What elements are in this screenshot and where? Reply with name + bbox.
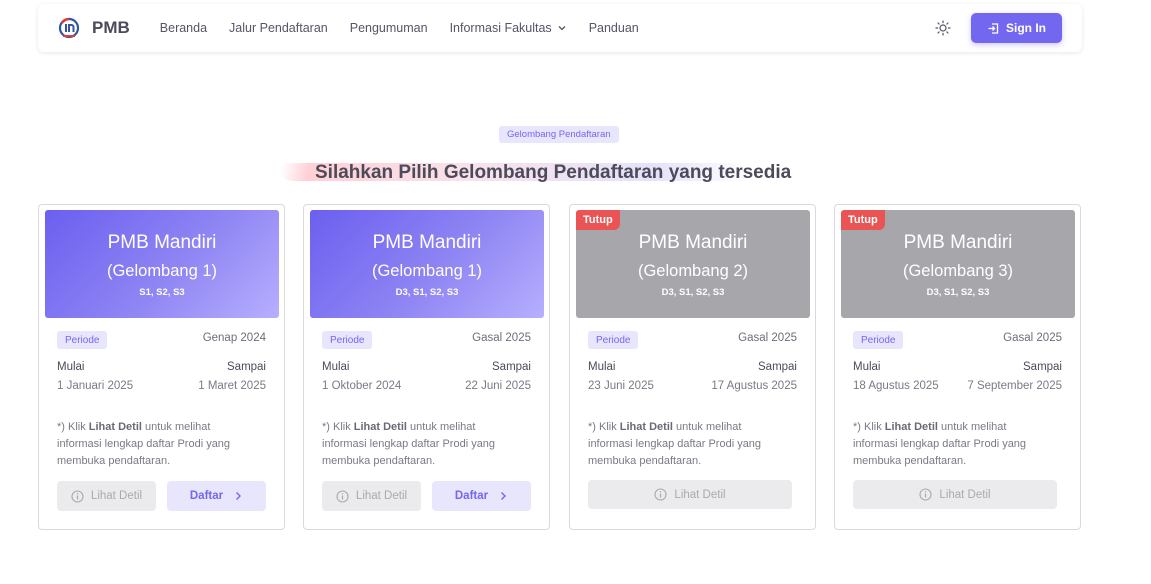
end-date: 7 September 2025 [967, 380, 1062, 392]
card-banner: PMB Mandiri (Gelombang 1) D3, S1, S2, S3 [310, 210, 544, 318]
nav-links: Beranda Jalur Pendaftaran Pengumuman Inf… [160, 21, 639, 35]
card-note: *) Klik Lihat Detil untuk melihat inform… [588, 419, 788, 470]
university-logo-icon [58, 17, 80, 39]
sign-in-button[interactable]: Sign In [971, 13, 1062, 43]
card-banner: PMB Mandiri (Gelombang 1) S1, S2, S3 [45, 210, 279, 318]
heading-wrap: Silahkan Pilih Gelombang Pendaftaran yan… [278, 158, 818, 188]
page-heading: Silahkan Pilih Gelombang Pendaftaran yan… [315, 162, 792, 183]
note-prefix: *) Klik [57, 421, 89, 433]
register-label: Daftar [454, 490, 489, 502]
chevron-down-icon [558, 26, 566, 31]
note-bold: Lihat Detil [884, 421, 938, 433]
brand-name: PMB [92, 18, 130, 37]
nav-link-informasi-fakultas-label: Informasi Fakultas [449, 21, 552, 35]
brand[interactable]: PMB [58, 17, 130, 39]
end-label: Sampai [227, 361, 266, 373]
chevron-right-icon [501, 492, 507, 500]
detail-button[interactable]: Lihat Detil [57, 481, 156, 511]
card-semester: Genap 2024 [202, 332, 266, 344]
register-button[interactable]: Daftar [167, 481, 266, 511]
card-note: *) Klik Lihat Detil untuk melihat inform… [853, 419, 1053, 470]
theme-toggle-button[interactable] [933, 18, 953, 38]
closed-badge: Tutup [841, 210, 885, 230]
register-label: Daftar [189, 490, 224, 502]
sign-in-label: Sign In [1006, 21, 1046, 35]
detail-button[interactable]: Lihat Detil [588, 480, 792, 509]
nav-link-jalur-pendaftaran[interactable]: Jalur Pendaftaran [229, 21, 328, 35]
detail-label: Lihat Detil [674, 488, 726, 501]
note-bold: Lihat Detil [619, 421, 673, 433]
wave-card-1: PMB Mandiri (Gelombang 1) S1, S2, S3 Per… [38, 204, 285, 530]
start-date: 23 Juni 2025 [588, 380, 654, 392]
card-semester: Gasal 2025 [472, 332, 531, 344]
card-note: *) Klik Lihat Detil untuk melihat inform… [57, 419, 257, 470]
note-prefix: *) Klik [322, 421, 354, 433]
card-note: *) Klik Lihat Detil untuk melihat inform… [322, 419, 522, 470]
note-bold: Lihat Detil [353, 421, 407, 433]
start-label: Mulai [853, 361, 881, 373]
detail-button[interactable]: Lihat Detil [322, 481, 421, 511]
nav-link-informasi-fakultas[interactable]: Informasi Fakultas [450, 21, 567, 35]
card-title: PMB Mandiri [372, 232, 482, 253]
card-levels: D3, S1, S2, S3 [661, 287, 725, 298]
detail-button[interactable]: Lihat Detil [853, 480, 1057, 509]
wave-card-3: Tutup PMB Mandiri (Gelombang 2) D3, S1, … [569, 204, 816, 530]
end-date: 17 Agustus 2025 [711, 380, 797, 392]
card-subtitle: (Gelombang 1) [106, 262, 218, 280]
start-label: Mulai [57, 361, 85, 373]
periode-badge: Periode [853, 331, 904, 349]
info-icon [71, 489, 84, 503]
card-semester: Gasal 2025 [1003, 332, 1062, 344]
note-prefix: *) Klik [588, 421, 620, 433]
info-icon [336, 489, 349, 503]
end-date: 1 Maret 2025 [198, 380, 266, 392]
detail-label: Lihat Detil [939, 488, 991, 501]
chevron-right-icon [236, 492, 242, 500]
end-date: 22 Juni 2025 [465, 380, 531, 392]
card-title: PMB Mandiri [638, 232, 748, 253]
card-subtitle: (Gelombang 2) [637, 262, 749, 280]
wave-card-2: PMB Mandiri (Gelombang 1) D3, S1, S2, S3… [303, 204, 550, 530]
start-date: 18 Agustus 2025 [853, 380, 939, 392]
detail-label: Lihat Detil [90, 490, 143, 502]
card-subtitle: (Gelombang 1) [371, 262, 483, 280]
card-title: PMB Mandiri [903, 232, 1013, 253]
end-label: Sampai [758, 361, 797, 373]
card-banner: Tutup PMB Mandiri (Gelombang 2) D3, S1, … [576, 210, 810, 318]
end-label: Sampai [1023, 361, 1062, 373]
top-navbar: PMB Beranda Jalur Pendaftaran Pengumuman… [38, 4, 1082, 52]
sun-icon [935, 20, 951, 36]
card-levels: S1, S2, S3 [139, 287, 185, 298]
login-icon [988, 22, 999, 34]
end-label: Sampai [492, 361, 531, 373]
detail-label: Lihat Detil [355, 490, 408, 502]
start-date: 1 Januari 2025 [57, 380, 134, 392]
nav-link-pengumuman[interactable]: Pengumuman [350, 21, 428, 35]
card-subtitle: (Gelombang 3) [902, 262, 1014, 280]
closed-badge: Tutup [576, 210, 620, 230]
note-prefix: *) Klik [853, 421, 885, 433]
note-bold: Lihat Detil [88, 421, 142, 433]
card-semester: Gasal 2025 [738, 332, 797, 344]
info-icon [919, 488, 932, 501]
start-label: Mulai [588, 361, 616, 373]
nav-link-beranda[interactable]: Beranda [160, 21, 207, 35]
periode-badge: Periode [322, 331, 373, 349]
card-title: PMB Mandiri [107, 232, 217, 253]
start-label: Mulai [322, 361, 350, 373]
card-levels: D3, S1, S2, S3 [395, 287, 459, 298]
wave-card-4: Tutup PMB Mandiri (Gelombang 3) D3, S1, … [834, 204, 1081, 530]
nav-actions: Sign In [933, 13, 1062, 43]
card-levels: D3, S1, S2, S3 [926, 287, 990, 298]
nav-link-panduan[interactable]: Panduan [589, 21, 639, 35]
periode-badge: Periode [57, 331, 108, 349]
start-date: 1 Oktober 2024 [322, 380, 402, 392]
register-button[interactable]: Daftar [432, 481, 531, 511]
info-icon [654, 488, 667, 501]
card-banner: Tutup PMB Mandiri (Gelombang 3) D3, S1, … [841, 210, 1075, 318]
periode-badge: Periode [588, 331, 639, 349]
section-badge: Gelombang Pendaftaran [499, 126, 619, 143]
